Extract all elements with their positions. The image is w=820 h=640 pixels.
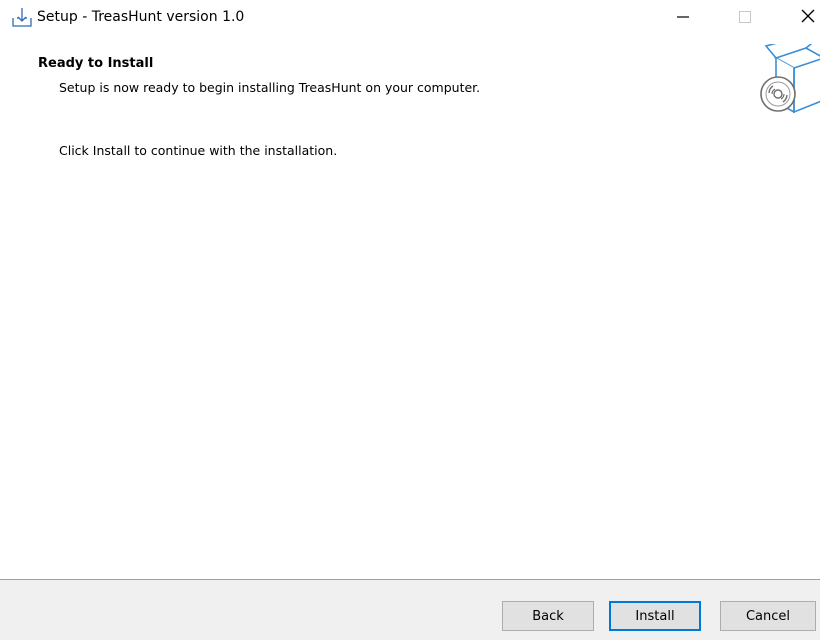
- install-instruction: Click Install to continue with the insta…: [59, 143, 338, 158]
- maximize-icon: [739, 8, 751, 27]
- setup-window: Setup - TreasHunt version 1.0 Ready to I…: [0, 0, 820, 640]
- minimize-button[interactable]: [660, 0, 706, 34]
- window-title: Setup - TreasHunt version 1.0: [37, 9, 245, 25]
- page-subtitle: Setup is now ready to begin installing T…: [59, 80, 481, 95]
- close-icon: [801, 8, 815, 27]
- page-title: Ready to Install: [38, 56, 154, 71]
- wizard-footer: Back Install Cancel: [0, 579, 820, 640]
- title-bar: Setup - TreasHunt version 1.0: [0, 0, 820, 36]
- minimize-icon: [677, 8, 689, 27]
- install-button[interactable]: Install: [609, 601, 701, 631]
- wizard-header: Ready to Install Setup is now ready to b…: [0, 36, 820, 126]
- back-button[interactable]: Back: [502, 601, 594, 631]
- installer-download-icon: [11, 6, 33, 28]
- cancel-button[interactable]: Cancel: [720, 601, 816, 631]
- package-box-disc-icon: [758, 44, 820, 114]
- close-button[interactable]: [785, 0, 820, 34]
- maximize-button[interactable]: [722, 0, 768, 34]
